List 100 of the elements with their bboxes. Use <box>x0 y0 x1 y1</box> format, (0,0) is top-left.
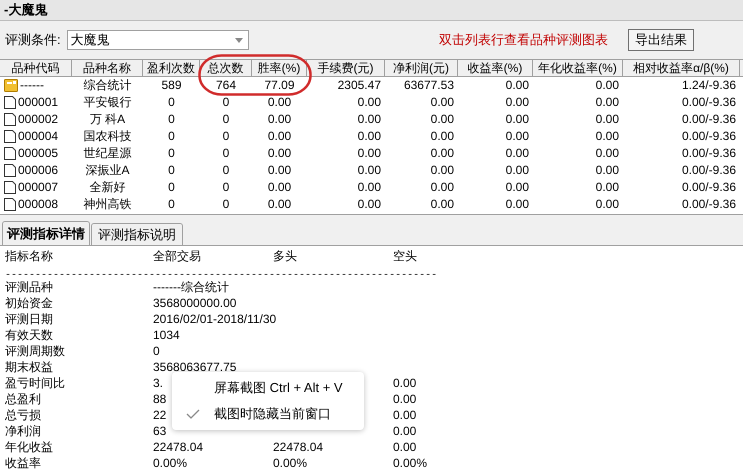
dropdown-arrow-icon <box>234 38 243 42</box>
table-cell: 77.09 <box>264 78 295 92</box>
metric-value: 2016/02/01-2018/11/30 <box>153 312 276 326</box>
table-cell: 000001 <box>18 94 58 111</box>
table-cell: 0 <box>222 129 230 143</box>
column-header[interactable]: 净利润(元) <box>385 60 458 76</box>
table-cell: 平安银行 <box>84 95 132 109</box>
table-cell: 000008 <box>18 196 58 213</box>
metric-value: 63 <box>153 424 166 438</box>
table-cell: 0.00 <box>268 129 292 143</box>
table-cell: 0.00/-9.36 <box>682 129 736 143</box>
table-cell: 0 <box>168 163 175 177</box>
column-header[interactable]: 品种名称 <box>72 60 143 76</box>
metric-value: 1034 <box>153 328 180 342</box>
table-cell: 0.00 <box>358 197 381 211</box>
tab[interactable]: 评测指标详情 <box>2 221 90 245</box>
metric-value: 0.00% <box>153 456 188 470</box>
metric-value: 0.00 <box>393 376 416 390</box>
table-cell: 000004 <box>18 128 58 145</box>
table-cell: 0.00 <box>358 180 381 194</box>
table-cell: 万 科A <box>90 112 126 126</box>
document-icon <box>4 96 16 109</box>
table-cell: 0 <box>222 95 230 109</box>
tab[interactable]: 评测指标说明 <box>91 223 183 245</box>
table-cell: 国农科技 <box>84 129 132 143</box>
column-header[interactable]: 胜率(%) <box>252 60 307 76</box>
table-cell: 0 <box>168 180 175 194</box>
table-cell: 2305.47 <box>338 78 381 92</box>
metric-name: 有效天数 <box>5 327 54 343</box>
table-cell: 0 <box>222 163 230 177</box>
table-cell: 0 <box>222 112 230 126</box>
table-cell: 神州高铁 <box>84 197 132 211</box>
detail-column-header: 指标名称 <box>5 248 54 265</box>
metric-value: 88 <box>153 392 166 406</box>
metric-value: 0.00% <box>273 456 308 470</box>
table-cell: 0.00 <box>268 197 292 211</box>
metric-value: 0 <box>153 344 160 358</box>
table-cell: 0.00 <box>506 180 529 194</box>
table-cell: 0.00 <box>506 146 529 160</box>
metric-name: 期末权益 <box>5 359 54 375</box>
table-cell: 0.00 <box>358 163 381 177</box>
separator-text: ------------------------------------------------------------------------ <box>5 270 438 281</box>
document-icon <box>4 198 16 211</box>
table-cell: 0.00 <box>430 112 454 126</box>
table-cell: 0 <box>168 146 175 160</box>
column-header[interactable]: 总次数 <box>200 60 252 76</box>
table-cell: 0.00 <box>596 112 619 126</box>
table-cell: 0.00 <box>596 197 619 211</box>
table-cell: 0.00 <box>506 129 529 143</box>
table-cell: 世纪星源 <box>84 146 132 160</box>
table-cell: 深振业A <box>85 163 130 177</box>
table-cell: 589 <box>161 78 182 92</box>
column-header[interactable]: 手续费(元) <box>307 60 385 76</box>
metric-name: 年化收益 <box>5 439 54 455</box>
metric-name: 收益率 <box>5 455 42 471</box>
column-header[interactable]: 盈利次数 <box>143 60 200 76</box>
table-cell: 0.00 <box>268 95 292 109</box>
metric-name: 总亏损 <box>5 407 42 423</box>
metric-name: 评测品种 <box>5 279 54 295</box>
metric-value: -------综合统计 <box>153 280 229 294</box>
document-icon <box>4 181 16 194</box>
metric-value: 22 <box>153 408 166 422</box>
table-cell: 0.00 <box>430 95 454 109</box>
export-button[interactable]: 导出结果 <box>628 29 694 51</box>
metric-name: 评测日期 <box>5 311 54 327</box>
metric-value: 22478.04 <box>273 440 324 454</box>
table-cell: 0.00 <box>268 163 292 177</box>
detail-column-header: 全部交易 <box>153 248 202 265</box>
table-cell: 0.00 <box>358 95 381 109</box>
table-cell: 0.00 <box>358 129 381 143</box>
metric-value: 3568063677.75 <box>153 360 236 374</box>
metric-name: 总盈利 <box>5 391 42 407</box>
document-icon <box>4 147 16 160</box>
table-cell: 0.00/-9.36 <box>682 163 736 177</box>
table-cell: 1.24/-9.36 <box>682 78 736 92</box>
metric-value: 0.00 <box>393 424 416 438</box>
column-header[interactable]: 相对收益率α/β(%) <box>623 60 740 76</box>
table-cell: 0.00/-9.36 <box>682 197 736 211</box>
table-cell: 0.00 <box>596 95 619 109</box>
document-icon <box>4 164 16 177</box>
table-cell: 全新好 <box>90 180 126 194</box>
table-cell: 0.00 <box>430 163 454 177</box>
condition-dropdown[interactable]: 大魔鬼 <box>66 30 249 50</box>
table-cell: 0.00 <box>506 112 529 126</box>
table-cell: 0.00 <box>596 129 619 143</box>
column-header[interactable]: 年化收益率(%) <box>533 60 623 76</box>
metric-value: 0.00% <box>393 456 428 470</box>
metric-name: 盈亏时间比 <box>5 375 66 391</box>
table-cell: 0 <box>168 129 175 143</box>
table-cell: 综合统计 <box>84 78 132 92</box>
document-icon <box>4 130 16 143</box>
table-cell: 0.00/-9.36 <box>682 95 736 109</box>
table-cell: 0.00/-9.36 <box>682 180 736 194</box>
column-header[interactable]: 品种代码 <box>0 60 72 76</box>
menu-item[interactable]: 截图时隐藏当前窗口 <box>172 402 364 426</box>
menu-item[interactable]: 屏幕截图 Ctrl + Alt + V <box>172 376 364 400</box>
metric-value: 3568000000.00 <box>153 296 236 310</box>
table-cell: 0.00 <box>268 146 292 160</box>
column-header[interactable]: 收益率(%) <box>458 60 533 76</box>
table-cell: 63677.53 <box>404 78 454 92</box>
